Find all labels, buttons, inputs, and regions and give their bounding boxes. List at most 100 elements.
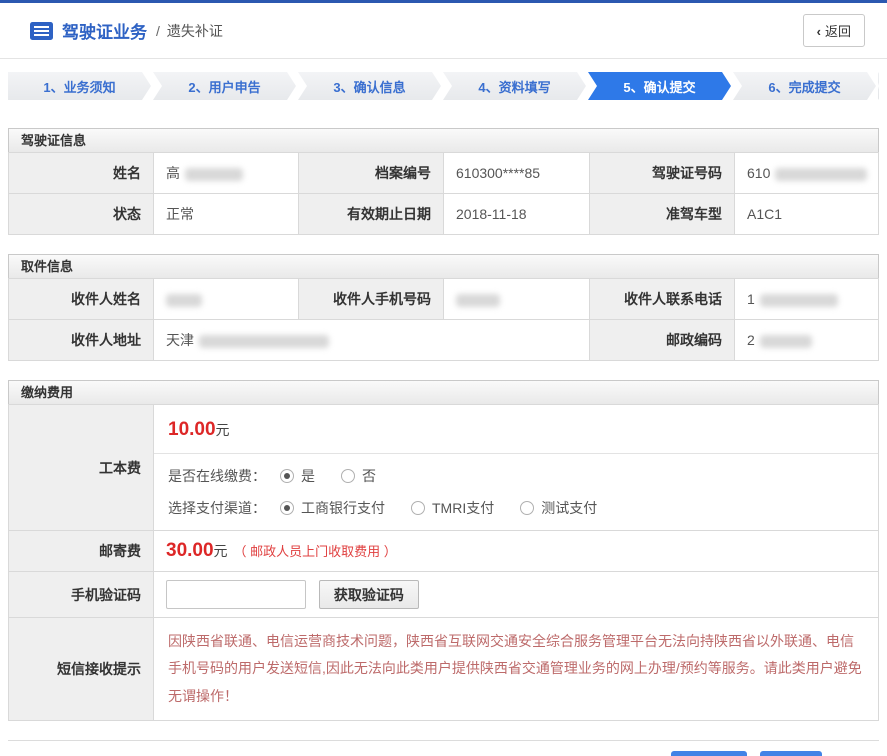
redacted-value [760,335,812,348]
online-pay-question-line: 是否在线缴费： 是 否 [168,466,864,486]
license-info-section: 驾驶证信息 姓名 高 档案编号 610300****85 驾驶证号码 610 状… [8,128,879,235]
mail-fee-amount: 30.00 [166,540,214,561]
status-value: 正常 [154,194,299,235]
breadcrumb-current: 遗失补证 [167,21,223,41]
license-no-label: 驾驶证号码 [590,153,735,194]
pickup-info-table: 收件人姓名 收件人手机号码 收件人联系电话 1 收件人地址 天津 邮政编码 2 [8,278,879,361]
sms-notice-cell: 因陕西省联通、电信运营商技术问题，陕西省互联网交通安全综合服务管理平台无法向持陕… [154,618,879,721]
recipient-phone-value: 1 [735,279,879,320]
online-pay-question: 是否在线缴费： [168,466,266,486]
table-row: 状态 正常 有效期止日期 2018-11-18 准驾车型 A1C1 [9,194,879,235]
online-pay-no-option[interactable]: 否 [341,466,376,486]
redacted-value [185,168,243,181]
radio-unchecked-icon[interactable] [341,469,355,483]
finish-button[interactable]: 完成 [760,751,822,756]
pickup-info-section: 取件信息 收件人姓名 收件人手机号码 收件人联系电话 1 收件人地址 天津 邮政… [8,254,879,361]
radio-checked-icon[interactable] [280,501,294,515]
name-label: 姓名 [9,153,154,194]
radio-unchecked-icon[interactable] [411,501,425,515]
work-fee-value: 10.00元 是否在线缴费： 是 否 选择支付渠道： 工商银行支付 TMRI支付… [154,405,879,531]
sms-notice-label: 短信接收提示 [9,618,154,721]
table-row: 收件人地址 天津 邮政编码 2 [9,320,879,361]
breadcrumb-separator: / [156,23,160,39]
redacted-value [775,168,867,181]
recipient-address-value: 天津 [154,320,590,361]
channel-tmri-label: TMRI支付 [432,498,494,518]
vehicle-class-value: A1C1 [735,194,879,235]
expiry-value: 2018-11-18 [444,194,590,235]
redacted-value [760,294,838,307]
recipient-phone-label: 收件人联系电话 [590,279,735,320]
status-label: 状态 [9,194,154,235]
table-row: 收件人姓名 收件人手机号码 收件人联系电话 1 [9,279,879,320]
channel-tmri-option[interactable]: TMRI支付 [411,498,494,518]
pickup-section-title: 取件信息 [8,254,879,278]
captcha-label: 手机验证码 [9,572,154,618]
work-fee-amount-line: 10.00元 [154,405,878,453]
step-1-business-notice[interactable]: 1、业务须知 [8,72,151,100]
sms-notice-row: 短信接收提示 因陕西省联通、电信运营商技术问题，陕西省互联网交通安全综合服务管理… [9,618,879,721]
redacted-value [456,294,500,307]
step-5-confirm-submit[interactable]: 5、确认提交 [588,72,731,100]
fees-section: 缴纳费用 工本费 10.00元 是否在线缴费： 是 否 选择支付渠道： [8,380,879,721]
expiry-label: 有效期止日期 [299,194,444,235]
zip-code-label: 邮政编码 [590,320,735,361]
redacted-value [199,335,329,348]
mail-fee-note: （ 邮政人员上门收取费用 ） [234,544,397,559]
captcha-field-cell: 获取验证码 [154,572,879,618]
page-title: 驾驶证业务 [62,18,147,43]
file-no-value: 610300****85 [444,153,590,194]
table-row: 姓名 高 档案编号 610300****85 驾驶证号码 610 [9,153,879,194]
license-section-title: 驾驶证信息 [8,128,879,152]
license-no-value: 610 [735,153,879,194]
channel-test-option[interactable]: 测试支付 [520,498,597,518]
footer-actions: 上一步 完成 [0,741,887,756]
channel-icbc-label: 工商银行支付 [301,498,385,518]
page-header: 驾驶证业务 / 遗失补证 ‹ 返回 [0,3,887,59]
fees-section-title: 缴纳费用 [8,380,879,404]
mail-fee-label: 邮寄费 [9,531,154,572]
chevron-left-icon: ‹ [817,24,821,39]
work-fee-amount: 10.00 [168,419,216,440]
online-pay-yes-option[interactable]: 是 [280,466,315,486]
recipient-mobile-label: 收件人手机号码 [299,279,444,320]
radio-unchecked-icon[interactable] [520,501,534,515]
channel-test-label: 测试支付 [541,498,597,518]
back-button-label: 返回 [825,24,851,39]
vehicle-class-label: 准驾车型 [590,194,735,235]
online-pay-yes-label: 是 [301,466,315,486]
license-info-table: 姓名 高 档案编号 610300****85 驾驶证号码 610 状态 正常 有… [8,152,879,235]
step-4-fill-data[interactable]: 4、资料填写 [443,72,586,100]
sms-notice-text: 因陕西省联通、电信运营商技术问题，陕西省互联网交通安全综合服务管理平台无法向持陕… [168,628,864,710]
file-no-label: 档案编号 [299,153,444,194]
radio-checked-icon[interactable] [280,469,294,483]
online-pay-no-label: 否 [362,466,376,486]
name-value: 高 [154,153,299,194]
get-captcha-button[interactable]: 获取验证码 [319,580,419,609]
back-button[interactable]: ‹ 返回 [803,14,865,47]
fees-table: 工本费 10.00元 是否在线缴费： 是 否 选择支付渠道： 工商银行支付 TM… [8,404,879,721]
pay-options-block: 是否在线缴费： 是 否 选择支付渠道： 工商银行支付 TMRI支付 测试支付 [154,454,878,530]
zip-code-value: 2 [735,320,879,361]
mail-fee-value: 30.00元 （ 邮政人员上门收取费用 ） [154,531,879,572]
previous-step-button[interactable]: 上一步 [671,751,747,756]
recipient-mobile-value [444,279,590,320]
step-6-finish-submit[interactable]: 6、完成提交 [733,72,876,100]
captcha-row: 手机验证码 获取验证码 [9,572,879,618]
work-fee-row: 工本费 10.00元 是否在线缴费： 是 否 选择支付渠道： 工商银行支付 TM… [9,405,879,531]
steps-filler [878,72,879,100]
wizard-steps: 1、业务须知 2、用户申告 3、确认信息 4、资料填写 5、确认提交 6、完成提… [8,72,879,100]
captcha-input[interactable] [166,580,306,609]
work-fee-label: 工本费 [9,405,154,531]
work-fee-unit: 元 [216,422,230,438]
redacted-value [166,294,202,307]
recipient-name-label: 收件人姓名 [9,279,154,320]
step-2-user-declaration[interactable]: 2、用户申告 [153,72,296,100]
step-3-confirm-info[interactable]: 3、确认信息 [298,72,441,100]
mail-fee-unit: 元 [214,543,228,559]
pay-channel-question-line: 选择支付渠道： 工商银行支付 TMRI支付 测试支付 [168,498,864,518]
mail-fee-row: 邮寄费 30.00元 （ 邮政人员上门收取费用 ） [9,531,879,572]
channel-icbc-option[interactable]: 工商银行支付 [280,498,385,518]
list-icon [30,22,53,40]
pay-channel-question: 选择支付渠道： [168,498,266,518]
